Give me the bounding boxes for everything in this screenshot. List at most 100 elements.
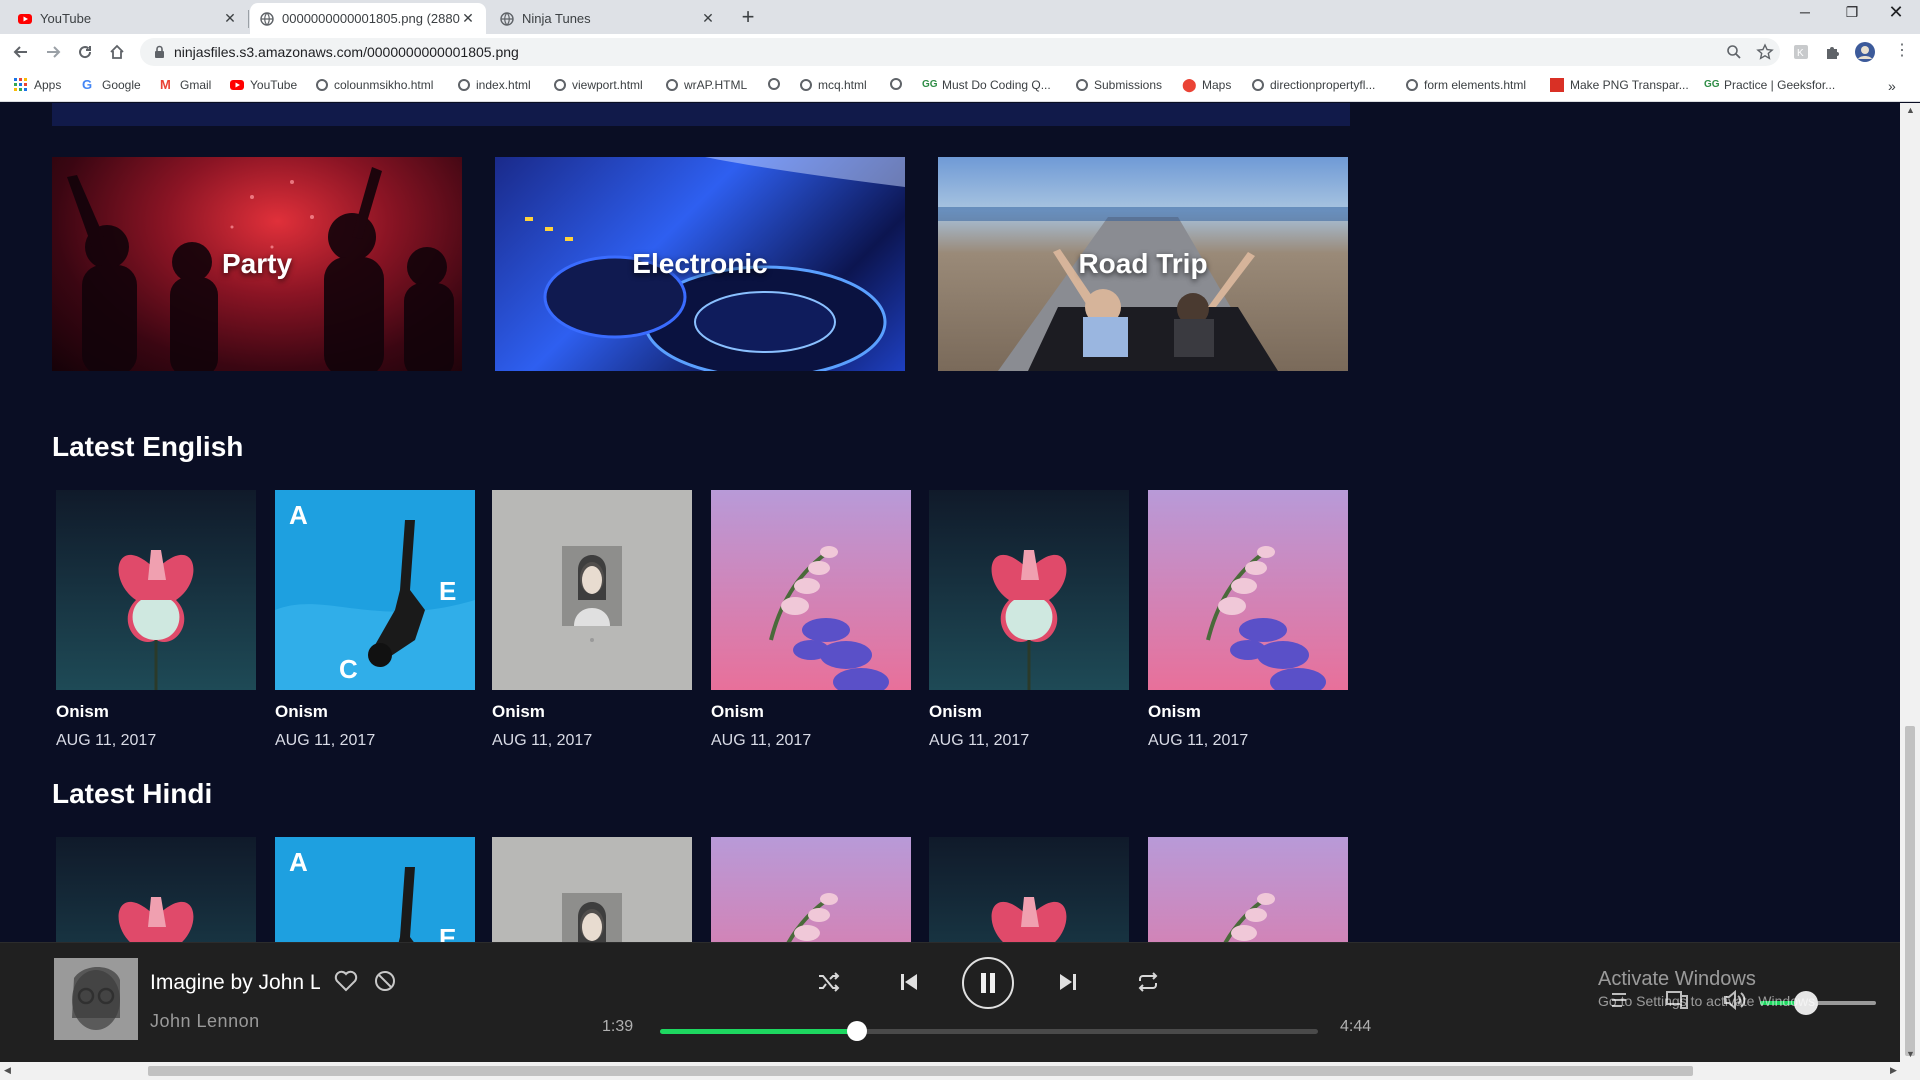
puzzle-icon[interactable] <box>1824 43 1842 61</box>
tab-ninja-tunes[interactable]: Ninja Tunes ✕ <box>490 3 726 34</box>
album-card[interactable] <box>929 837 1129 942</box>
album-release-date: AUG 11, 2017 <box>711 732 812 749</box>
bookmark-apps[interactable]: Apps <box>14 78 61 92</box>
restore-button[interactable]: ❐ <box>1832 4 1872 21</box>
album-cover[interactable] <box>711 490 911 690</box>
mood-card-electronic[interactable]: Electronic <box>495 157 905 371</box>
album-cover[interactable] <box>492 490 692 690</box>
bookmark-item[interactable]: Submissions <box>1076 78 1162 92</box>
album-title[interactable]: Onism <box>56 702 256 722</box>
bookmark-item[interactable]: mcq.html <box>800 78 867 92</box>
horizontal-scroll-thumb[interactable] <box>148 1066 1693 1076</box>
close-icon[interactable]: ✕ <box>700 10 716 27</box>
album-card[interactable] <box>492 837 692 942</box>
album-cover[interactable] <box>492 837 692 942</box>
home-button[interactable] <box>104 39 130 65</box>
star-icon[interactable] <box>1756 43 1774 61</box>
tab-image[interactable]: 0000000000001805.png (2880×3 ✕ <box>250 3 486 34</box>
flower-art <box>929 837 1129 942</box>
bookmark-item[interactable]: index.html <box>458 78 531 92</box>
image-icon <box>1550 78 1564 92</box>
bookmark-maps[interactable]: ⬤ Maps <box>1182 78 1231 93</box>
album-title[interactable]: Onism <box>492 702 692 722</box>
next-button[interactable] <box>1053 967 1083 997</box>
bookmark-item[interactable]: Make PNG Transpar... <box>1550 78 1689 92</box>
elapsed-time: 1:39 <box>602 1018 634 1035</box>
scroll-right-arrow-icon[interactable]: ▶ <box>1890 1065 1897 1076</box>
like-button[interactable] <box>333 968 359 994</box>
bookmark-item[interactable]: viewport.html <box>554 78 643 92</box>
arrow-left-icon <box>13 46 27 58</box>
album-card[interactable]: Onism AUG 11, 2017 <box>492 490 692 750</box>
minimize-button[interactable]: ─ <box>1785 4 1825 20</box>
tab-youtube[interactable]: YouTube ✕ <box>8 3 248 34</box>
album-title[interactable]: Onism <box>711 702 911 722</box>
scroll-up-arrow-icon[interactable]: ▲ <box>1906 105 1915 115</box>
scroll-down-arrow-icon[interactable]: ▼ <box>1906 1049 1915 1059</box>
shuffle-button[interactable] <box>814 967 844 997</box>
scroll-left-arrow-icon[interactable]: ◀ <box>4 1065 11 1076</box>
album-card[interactable]: AEC <box>275 837 475 942</box>
album-cover[interactable] <box>929 490 1129 690</box>
previous-button[interactable] <box>894 967 924 997</box>
forward-button[interactable] <box>40 39 66 65</box>
close-icon[interactable]: ✕ <box>460 10 476 27</box>
bookmark-gmail[interactable]: M Gmail <box>160 78 211 93</box>
now-playing-album-art[interactable] <box>54 958 138 1040</box>
bookmark-item[interactable]: GG Must Do Coding Q... <box>922 78 1051 92</box>
horizontal-scrollbar[interactable]: ◀ ▶ <box>0 1062 1920 1080</box>
address-bar[interactable]: ninjasfiles.s3.amazonaws.com/00000000000… <box>140 38 1780 66</box>
album-cover[interactable] <box>1148 837 1348 942</box>
bookmark-item[interactable] <box>890 78 908 90</box>
close-icon[interactable]: ✕ <box>222 10 238 27</box>
back-button[interactable] <box>8 39 34 65</box>
bookmark-item[interactable]: wrAP.HTML <box>666 78 747 92</box>
album-card[interactable]: A E C Onism AUG 11, 2017 <box>275 490 475 750</box>
repeat-button[interactable] <box>1133 967 1163 997</box>
album-card[interactable] <box>1148 837 1348 942</box>
bookmark-google[interactable]: G Google <box>82 78 141 93</box>
progress-slider[interactable] <box>660 1021 1318 1041</box>
new-tab-button[interactable]: + <box>736 6 760 30</box>
mood-card-party[interactable]: Party <box>52 157 462 371</box>
pause-button[interactable] <box>962 957 1014 1009</box>
extension-icon[interactable]: K <box>1792 43 1810 61</box>
bookmark-item[interactable]: form elements.html <box>1406 78 1526 92</box>
album-card[interactable] <box>56 837 256 942</box>
bookmark-label: Practice | Geeksfor... <box>1724 78 1836 92</box>
block-button[interactable] <box>372 968 398 994</box>
album-card[interactable] <box>711 837 911 942</box>
bookmark-item[interactable]: colounmsikho.html <box>316 78 433 92</box>
mood-label: Electronic <box>632 248 768 279</box>
album-cover[interactable]: AEC <box>275 490 475 690</box>
album-card[interactable]: Onism AUG 11, 2017 <box>1148 490 1348 750</box>
album-card[interactable]: Onism AUG 11, 2017 <box>711 490 911 750</box>
profile-avatar-icon[interactable] <box>1854 41 1876 63</box>
menu-kebab-icon[interactable]: ⋮ <box>1894 40 1910 60</box>
album-cover[interactable] <box>929 837 1129 942</box>
close-window-button[interactable]: ✕ <box>1876 2 1916 23</box>
more-bookmarks-button[interactable]: » <box>1888 78 1896 94</box>
bookmark-youtube[interactable]: YouTube <box>230 78 297 92</box>
album-cover[interactable] <box>56 837 256 942</box>
album-card[interactable]: Onism AUG 11, 2017 <box>929 490 1129 750</box>
bookmark-item[interactable]: GG Practice | Geeksfor... <box>1704 78 1835 92</box>
track-artist[interactable]: John Lennon <box>150 1011 260 1032</box>
album-cover[interactable] <box>56 490 256 690</box>
vertical-scroll-thumb[interactable] <box>1905 726 1915 1056</box>
progress-handle[interactable] <box>847 1021 868 1041</box>
bookmark-item[interactable] <box>768 78 786 90</box>
zoom-icon[interactable] <box>1726 44 1742 60</box>
album-cover[interactable]: AEC <box>275 837 475 942</box>
album-title[interactable]: Onism <box>275 702 475 722</box>
album-cover[interactable] <box>711 837 911 942</box>
vertical-scrollbar[interactable]: ▲ ▼ <box>1900 103 1920 1062</box>
album-title[interactable]: Onism <box>1148 702 1348 722</box>
album-card[interactable]: Onism AUG 11, 2017 <box>56 490 256 750</box>
album-title[interactable]: Onism <box>929 702 1129 722</box>
mood-card-road-trip[interactable]: Road Trip <box>938 157 1348 371</box>
album-cover[interactable] <box>1148 490 1348 690</box>
reload-button[interactable] <box>72 39 98 65</box>
foxglove-art <box>711 837 911 942</box>
bookmark-item[interactable]: directionpropertyfl... <box>1252 78 1375 92</box>
